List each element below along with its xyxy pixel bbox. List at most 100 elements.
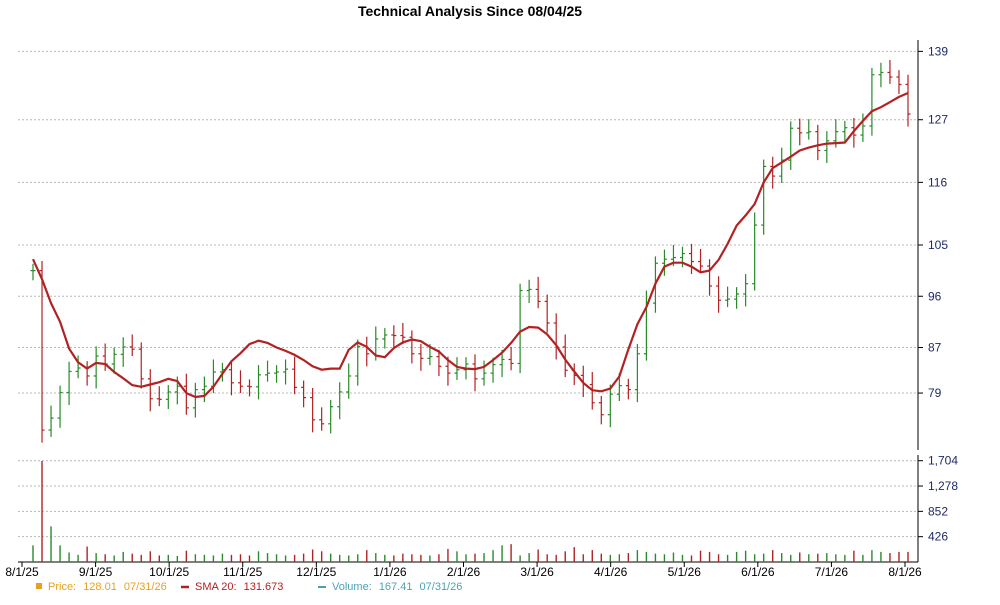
price-bar <box>274 365 280 383</box>
price-bar <box>418 344 424 371</box>
price-bar <box>292 356 298 395</box>
price-bar <box>93 346 99 389</box>
price-bar <box>815 124 821 161</box>
price-bar <box>896 70 902 95</box>
price-bar <box>788 121 794 170</box>
price-bar <box>165 385 171 409</box>
volume-y-ticks: 1,704 1,278 852 426 <box>918 454 958 544</box>
price-bar <box>355 339 361 386</box>
price-bar <box>319 407 325 431</box>
price-bar <box>905 74 911 127</box>
price-bar <box>535 276 541 309</box>
price-bar <box>129 334 135 357</box>
price-bar <box>147 369 153 412</box>
price-bar <box>48 405 54 437</box>
price-bar <box>625 378 631 400</box>
legend-price-label: Price: 128.01 07/31/26 <box>48 581 167 593</box>
price-y-tick-label: 139 <box>928 44 948 58</box>
price-bar <box>887 59 893 84</box>
x-tick-label: 9/1/25 <box>79 565 113 579</box>
x-tick-label: 10/1/25 <box>149 565 189 579</box>
price-bar <box>84 361 90 386</box>
x-tick-label: 5/1/26 <box>668 565 702 579</box>
x-tick-label: 2/1/26 <box>447 565 481 579</box>
price-bar <box>310 387 316 433</box>
volume-y-tick-label: 852 <box>928 504 948 518</box>
price-bar <box>689 243 695 275</box>
price-bar <box>806 119 812 140</box>
price-bar <box>237 370 243 394</box>
x-ticks: 8/1/25 9/1/25 10/1/25 11/1/25 12/1/25 1/1/26 2… <box>5 562 922 579</box>
x-tick-label: 8/1/26 <box>888 565 922 579</box>
x-tick-label: 8/1/25 <box>5 565 39 579</box>
price-bar <box>526 279 532 304</box>
technical-analysis-chart: Technical Analysis Since 08/04/25 139 127… <box>0 0 1000 600</box>
price-y-tick-label: 105 <box>928 238 948 252</box>
price-bar <box>283 359 289 385</box>
price-bar <box>508 346 514 371</box>
price-y-tick-label: 116 <box>928 175 947 189</box>
price-bar <box>364 336 370 367</box>
price-bar <box>797 118 803 146</box>
price-y-tick-label: 127 <box>928 113 948 127</box>
legend-price-swatch <box>36 583 42 589</box>
price-bar <box>192 382 198 418</box>
price-bar <box>391 325 397 349</box>
price-bar <box>409 330 415 364</box>
price-bar <box>66 361 72 406</box>
price-bar <box>472 354 478 392</box>
price-bar <box>57 385 63 428</box>
price-bar <box>734 287 740 309</box>
price-bar <box>725 286 731 308</box>
price-bar <box>544 294 550 333</box>
x-tick-label: 4/1/26 <box>594 565 628 579</box>
volume-y-tick-label: 1,278 <box>928 479 958 493</box>
chart-legend: Price: 128.01 07/31/26 SMA 20: 131.673 V… <box>36 581 462 593</box>
price-ohlc-bars <box>30 59 911 443</box>
price-y-tick-label: 79 <box>928 386 942 400</box>
price-y-ticks: 139 127 116 105 96 87 79 <box>918 44 948 400</box>
price-bar <box>156 386 162 407</box>
price-y-tick-label: 87 <box>928 341 942 355</box>
volume-gridlines <box>18 460 918 538</box>
legend-sma-label: SMA 20: 131.673 <box>195 581 283 593</box>
x-tick-label: 6/1/26 <box>741 565 775 579</box>
price-bar <box>201 376 207 403</box>
x-tick-label: 12/1/25 <box>296 565 336 579</box>
price-bar <box>138 342 144 389</box>
price-bar <box>328 399 334 434</box>
x-tick-label: 7/1/26 <box>815 565 849 579</box>
price-bar <box>607 384 613 428</box>
volume-y-tick-label: 1,704 <box>928 454 958 468</box>
legend-item-price: Price: 128.01 07/31/26 <box>36 581 167 593</box>
price-bar <box>337 382 343 420</box>
price-bar <box>598 395 604 425</box>
price-bar <box>752 212 758 291</box>
price-bar <box>824 131 830 163</box>
price-bar <box>707 259 713 296</box>
price-y-tick-label: 96 <box>928 289 942 303</box>
legend-item-volume: Volume: 167.41 07/31/26 <box>318 581 462 593</box>
legend-volume-label: Volume: 167.41 07/31/26 <box>332 581 462 593</box>
x-tick-label: 1/1/26 <box>373 565 407 579</box>
price-bar <box>761 159 767 235</box>
x-tick-label: 11/1/25 <box>223 565 262 579</box>
chart-svg: Technical Analysis Since 08/04/25 139 127… <box>5 3 958 593</box>
price-bar <box>779 147 785 183</box>
price-bar <box>39 260 45 443</box>
chart-title: Technical Analysis Since 08/04/25 <box>358 3 582 19</box>
price-bar <box>878 62 884 88</box>
price-gridlines <box>18 50 918 394</box>
volume-y-tick-label: 426 <box>928 530 948 544</box>
price-bar <box>382 328 388 349</box>
price-bar <box>301 380 307 408</box>
price-bar <box>743 274 749 307</box>
price-bar <box>553 313 559 360</box>
price-bar <box>246 379 252 397</box>
price-bar <box>842 120 848 142</box>
price-bar <box>517 283 523 374</box>
price-bar <box>256 365 262 400</box>
price-bar <box>454 357 460 380</box>
price-bar <box>716 276 722 313</box>
price-bar <box>869 67 875 136</box>
